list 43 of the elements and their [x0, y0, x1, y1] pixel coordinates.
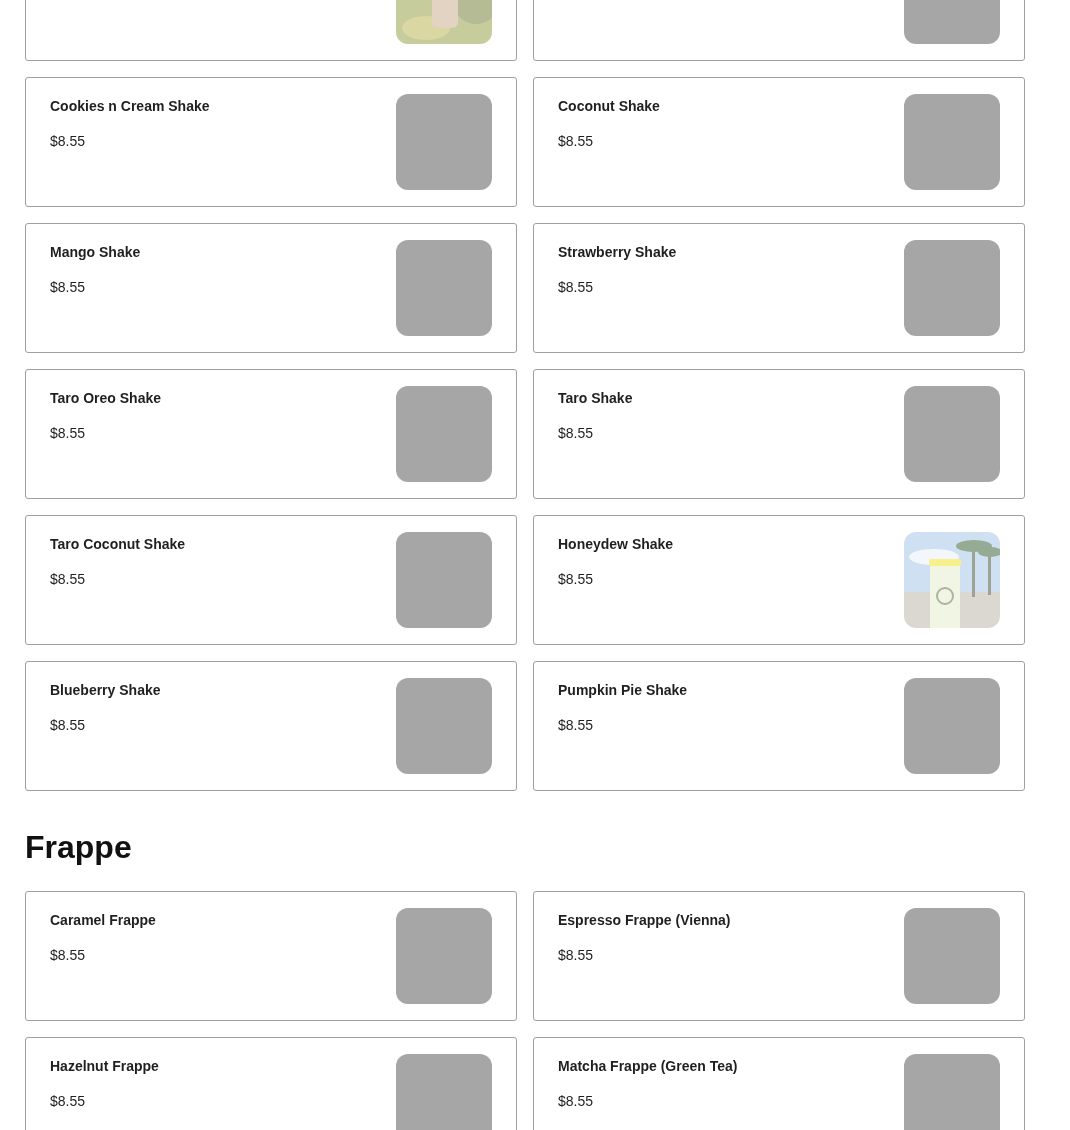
menu-item-card[interactable]: Mango Shake $8.55: [25, 223, 517, 353]
menu-item-card[interactable]: Blueberry Shake $8.55: [25, 661, 517, 791]
item-price: $8.55: [50, 570, 87, 589]
item-name: Cookies n Cream Shake: [50, 97, 210, 116]
item-name: Taro Coconut Shake: [50, 535, 186, 554]
menu-item-card[interactable]: Strawberry Shake $8.55: [533, 223, 1025, 353]
menu-item-card[interactable]: Taro Coconut Shake $8.55: [25, 515, 517, 645]
menu-item-card[interactable]: Pumpkin Pie Shake $8.55: [533, 661, 1025, 791]
item-name: Matcha Frappe (Green Tea): [558, 1057, 738, 1076]
item-price: $8.55: [558, 278, 595, 297]
item-price: $8.55: [558, 716, 595, 735]
item-name: Pumpkin Pie Shake: [558, 681, 688, 700]
menu-item-card[interactable]: Taro Oreo Shake $8.55: [25, 369, 517, 499]
item-name: Mango Shake: [50, 243, 141, 262]
item-price: $8.55: [50, 424, 87, 443]
menu-item-card[interactable]: Honeydew Shake $8.55: [533, 515, 1025, 645]
item-price: $8.55: [558, 946, 595, 965]
menu-item-card[interactable]: Hazelnut Frappe $8.55: [25, 1037, 517, 1130]
menu-item-card[interactable]: Cookies n Cream Shake $8.55: [25, 77, 517, 207]
menu-item-card[interactable]: Taro Shake $8.55: [533, 369, 1025, 499]
item-price: $8.55: [50, 1092, 87, 1111]
section-heading: Frappe: [25, 829, 133, 865]
item-name: Coconut Shake: [558, 97, 660, 116]
item-price: $8.55: [50, 716, 87, 735]
item-name: Caramel Frappe: [50, 911, 156, 930]
menu-item-card[interactable]: Coconut Shake $8.55: [533, 77, 1025, 207]
item-price: $8.55: [558, 424, 595, 443]
item-price: $8.55: [50, 278, 87, 297]
menu-item-card[interactable]: Caramel Frappe $8.55: [25, 891, 517, 1021]
item-price: $8.55: [50, 132, 87, 151]
item-name: Hazelnut Frappe: [50, 1057, 159, 1076]
item-name: Espresso Frappe (Vienna): [558, 911, 731, 930]
item-price: $8.55: [558, 132, 595, 151]
menu-item-card[interactable]: Espresso Frappe (Vienna) $8.55: [533, 891, 1025, 1021]
item-price: $8.55: [558, 1092, 595, 1111]
menu-item-card[interactable]: Matcha Frappe (Green Tea) $8.55: [533, 1037, 1025, 1130]
item-name: Blueberry Shake: [50, 681, 161, 700]
item-name: Taro Oreo Shake: [50, 389, 161, 408]
item-name: Strawberry Shake: [558, 243, 677, 262]
item-price: $8.55: [50, 946, 87, 965]
item-name: Taro Shake: [558, 389, 633, 408]
item-price: $8.55: [558, 570, 595, 589]
item-name: Honeydew Shake: [558, 535, 674, 554]
